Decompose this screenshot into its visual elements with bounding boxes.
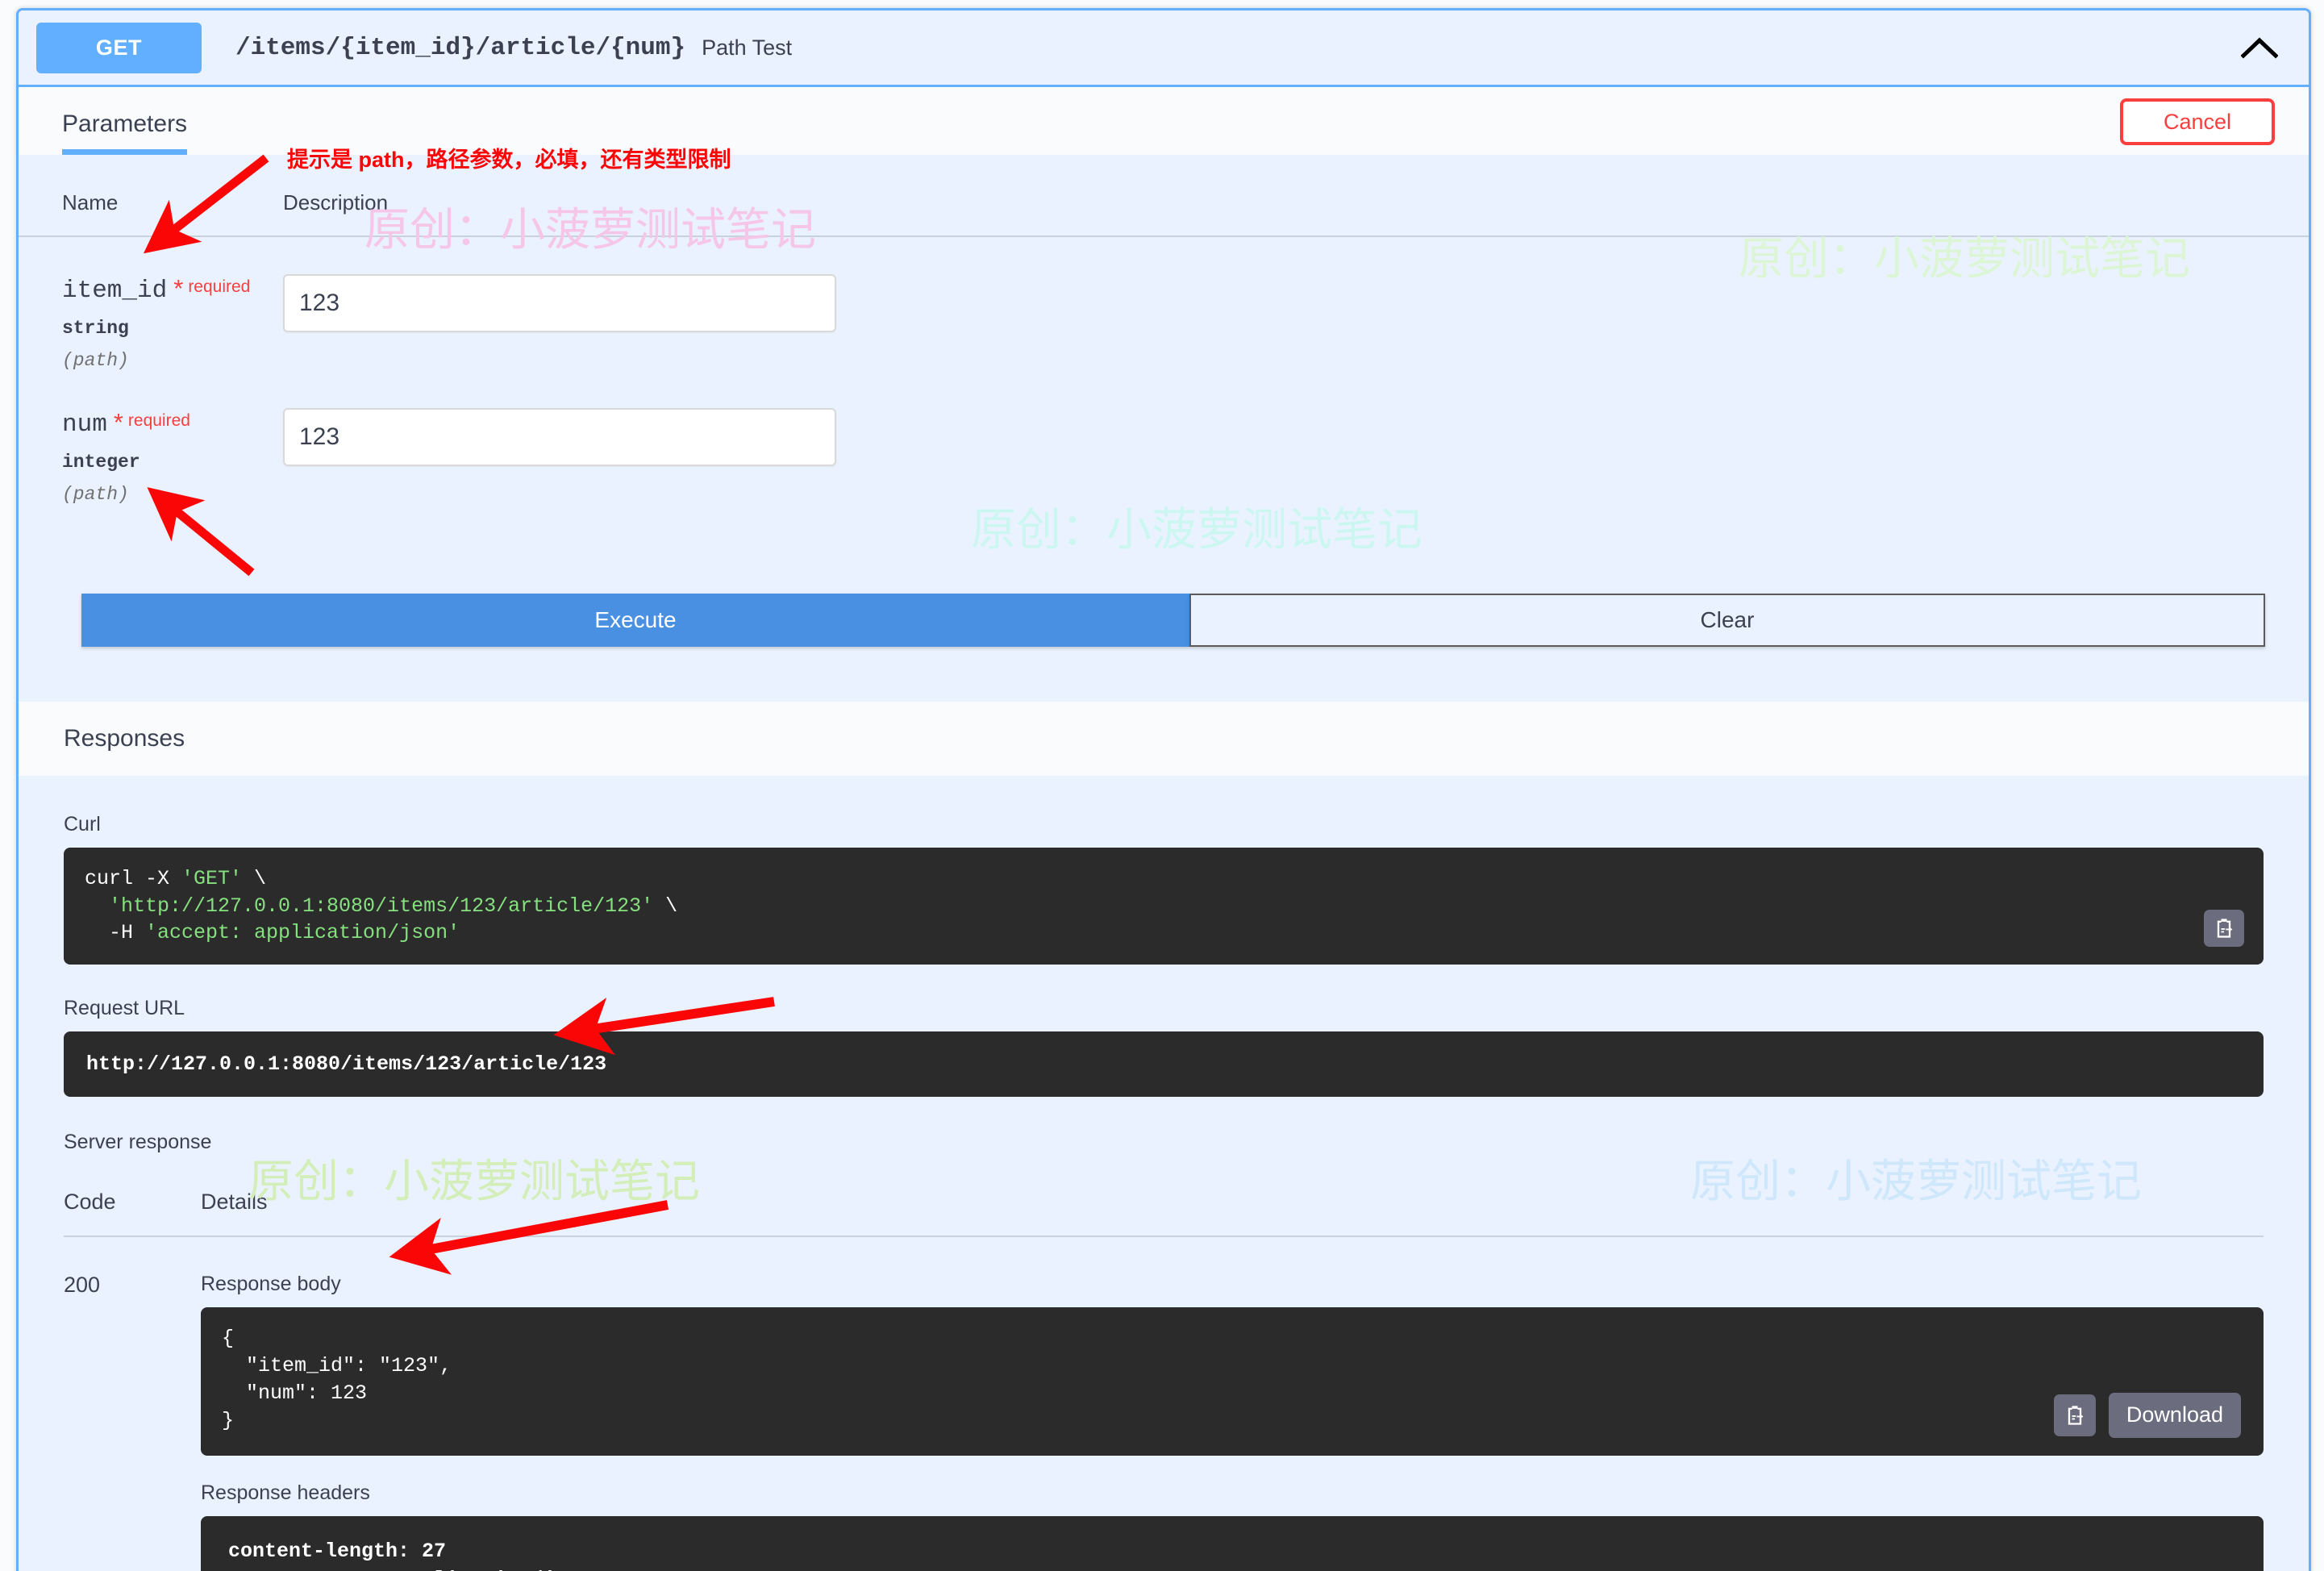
- request-url-value: http://127.0.0.1:8080/items/123/article/…: [64, 1031, 2264, 1097]
- required-asterisk: *: [113, 408, 123, 436]
- json-comma: ,: [439, 1353, 452, 1377]
- clear-button[interactable]: Clear: [1189, 594, 2265, 647]
- operation-block: GET /items/{item_id}/article/{num} Path …: [16, 8, 2311, 1571]
- operation-path: /items/{item_id}/article/{num}: [235, 33, 686, 62]
- json-value-num: 123: [331, 1381, 368, 1405]
- curl-code-block: curl -X 'GET' \ 'http://127.0.0.1:8080/i…: [64, 848, 2264, 965]
- response-headers-block: content-length: 27 content-type: applica…: [201, 1515, 2264, 1571]
- responses-header: Responses: [19, 702, 2309, 776]
- parameter-meta: item_id * required string (path): [62, 274, 283, 371]
- execute-button[interactable]: Execute: [81, 594, 1189, 647]
- parameter-name: num: [62, 410, 107, 439]
- responses-body: Curl curl -X 'GET' \ 'http://127.0.0.1:8…: [19, 776, 2309, 1571]
- parameters-column-headers: Name Description: [19, 155, 2309, 237]
- chevron-up-icon[interactable]: [2231, 19, 2288, 76]
- download-button[interactable]: Download: [2108, 1392, 2241, 1438]
- curl-line1-suffix: \: [242, 867, 267, 890]
- response-body-actions: Download: [2053, 1392, 2241, 1438]
- server-response-label: Server response: [64, 1130, 212, 1153]
- json-brace-close: }: [222, 1408, 235, 1432]
- request-url-label: Request URL: [64, 996, 185, 1019]
- curl-line2-url: 'http://127.0.0.1:8080/items/123/article…: [85, 894, 654, 918]
- item-id-input[interactable]: [283, 274, 836, 332]
- column-header-name: Name: [62, 190, 119, 215]
- parameter-type: string: [62, 318, 129, 339]
- curl-line2-suffix: \: [653, 894, 678, 918]
- curl-line3-header: 'accept: application/json': [145, 921, 460, 944]
- parameter-row-item-id: item_id * required string (path): [19, 237, 2309, 371]
- parameter-input-wrap: [283, 274, 836, 371]
- operation-summary-header[interactable]: GET /items/{item_id}/article/{num} Path …: [19, 10, 2309, 87]
- parameter-location: (path): [62, 484, 129, 505]
- parameter-input-wrap: [283, 408, 836, 505]
- response-table-header: Code Details: [64, 1190, 2264, 1237]
- response-details: Response body { "item_id": "123", "num":…: [201, 1273, 2264, 1571]
- clipboard-copy-icon[interactable]: [2053, 1394, 2096, 1436]
- response-row: 200 Response body { "item_id": "123", "n…: [64, 1237, 2264, 1571]
- response-col-code: Code: [64, 1189, 116, 1214]
- curl-line3-prefix: -H: [85, 921, 146, 944]
- column-header-description: Description: [283, 190, 389, 215]
- response-body-code-block: { "item_id": "123", "num": 123 } Download: [201, 1306, 2264, 1456]
- parameters-tabbar: Parameters Cancel: [19, 87, 2309, 155]
- response-body-label: Response body: [201, 1272, 341, 1295]
- swagger-ui-page: GET /items/{item_id}/article/{num} Path …: [0, 0, 2324, 1571]
- num-input[interactable]: [283, 408, 836, 466]
- json-key-item-id: "item_id":: [222, 1353, 380, 1377]
- curl-line1-method: 'GET': [181, 867, 243, 890]
- parameter-name: item_id: [62, 277, 168, 305]
- operation-summary-text: Path Test: [702, 35, 793, 60]
- responses-title: Responses: [64, 725, 185, 752]
- json-brace-open: {: [222, 1326, 235, 1350]
- parameter-row-num: num * required integer (path): [19, 371, 2309, 505]
- required-label: required: [188, 277, 251, 296]
- parameter-meta: num * required integer (path): [62, 408, 283, 505]
- parameter-type: integer: [62, 452, 140, 473]
- curl-label: Curl: [64, 813, 101, 836]
- execute-clear-row: Execute Clear: [81, 594, 2265, 702]
- json-value-item-id: "123": [379, 1353, 440, 1377]
- clipboard-copy-icon[interactable]: [2204, 909, 2244, 947]
- response-status-code: 200: [64, 1272, 101, 1297]
- required-label: required: [127, 410, 190, 430]
- response-col-details: Details: [201, 1189, 268, 1214]
- parameters-section: Parameters Cancel Name Description item_…: [19, 87, 2309, 702]
- json-key-num: "num":: [222, 1381, 331, 1405]
- parameter-location: (path): [62, 350, 129, 371]
- http-method-badge[interactable]: GET: [36, 22, 202, 73]
- cancel-button[interactable]: Cancel: [2120, 98, 2275, 145]
- tab-parameters[interactable]: Parameters: [62, 110, 188, 155]
- required-asterisk: *: [173, 274, 184, 302]
- curl-line1-prefix: curl -X: [85, 867, 182, 890]
- response-headers-label: Response headers: [201, 1481, 370, 1504]
